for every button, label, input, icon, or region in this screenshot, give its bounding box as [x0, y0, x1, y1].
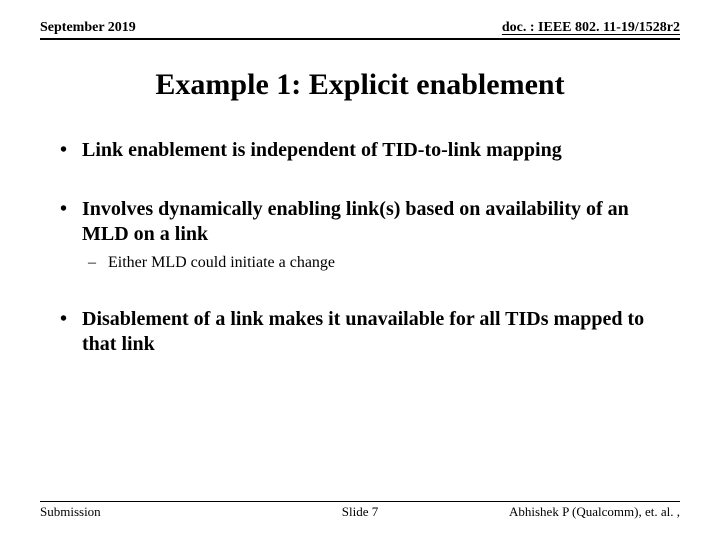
bullet-text: Link enablement is independent of TID-to… [82, 139, 562, 161]
bullet-text: Involves dynamically enabling link(s) ba… [82, 198, 629, 245]
slide-content: Link enablement is independent of TID-to… [40, 138, 680, 357]
bullet-item: Link enablement is independent of TID-to… [60, 138, 660, 163]
bullet-item: Involves dynamically enabling link(s) ba… [60, 197, 660, 273]
slide-header: September 2019 doc. : IEEE 802. 11-19/15… [40, 20, 680, 40]
sub-bullet-text: Either MLD could initiate a change [108, 254, 335, 271]
header-doc-id: doc. : IEEE 802. 11-19/1528r2 [502, 20, 680, 36]
header-date: September 2019 [40, 20, 136, 36]
footer-author: Abhishek P (Qualcomm), et. al. , [509, 504, 680, 520]
slide-title: Example 1: Explicit enablement [40, 68, 680, 102]
footer-slide-number: Slide 7 [342, 504, 378, 520]
bullet-text: Disablement of a link makes it unavailab… [82, 308, 644, 355]
slide-footer: Submission Slide 7 Abhishek P (Qualcomm)… [40, 501, 680, 520]
sub-bullet-item: Either MLD could initiate a change [82, 253, 660, 273]
bullet-item: Disablement of a link makes it unavailab… [60, 307, 660, 357]
footer-submission: Submission [40, 504, 101, 520]
